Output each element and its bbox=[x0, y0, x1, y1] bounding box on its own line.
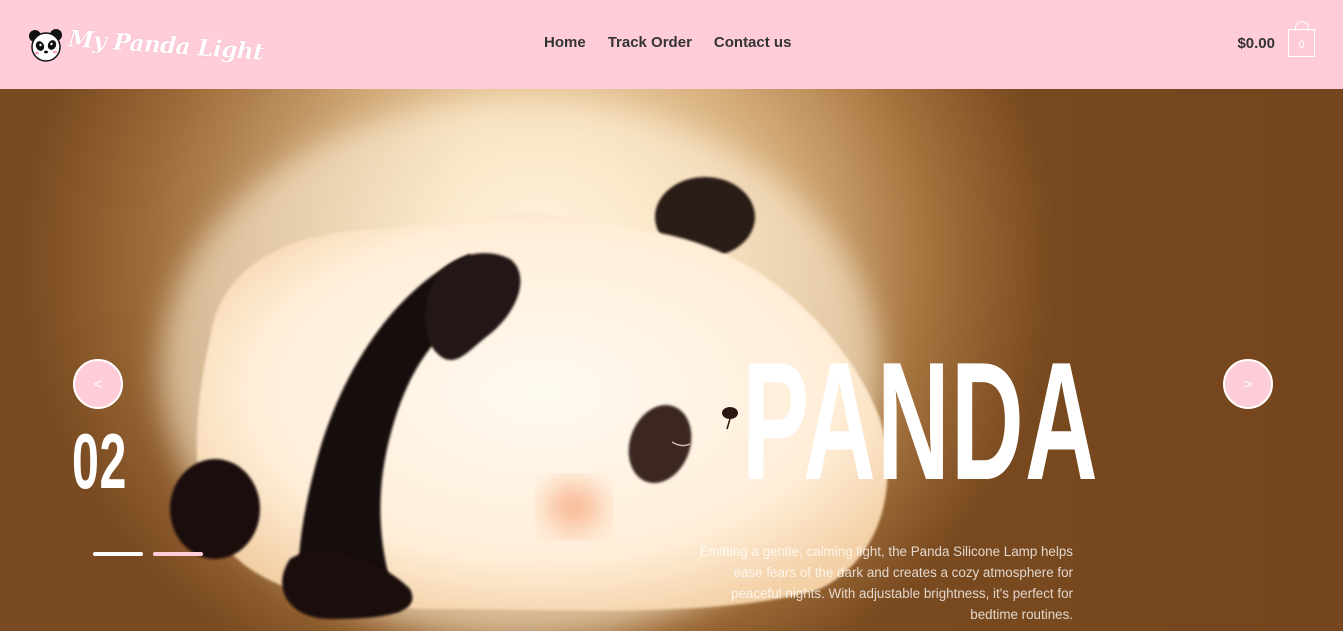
slider-dot-1[interactable] bbox=[93, 552, 143, 556]
hero-headline: PANDA bbox=[742, 327, 1099, 515]
logo-text: My Panda Light bbox=[67, 24, 265, 66]
hero-slider: < > 02 PANDA Emitting a gentle, calming … bbox=[0, 89, 1343, 631]
slider-dot-2[interactable] bbox=[153, 552, 203, 556]
cart-widget[interactable]: $0.00 0 bbox=[1237, 21, 1315, 57]
cart-count-badge: 0 bbox=[1298, 38, 1305, 51]
main-nav: Home Track Order Contact us bbox=[544, 34, 791, 51]
panda-face-icon bbox=[29, 29, 62, 62]
nav-home[interactable]: Home bbox=[544, 34, 586, 51]
site-header: My Panda Light Home Track Order Contact … bbox=[0, 0, 1343, 89]
nav-contact-us[interactable]: Contact us bbox=[714, 34, 792, 51]
site-logo[interactable]: My Panda Light bbox=[28, 24, 265, 66]
cart-total[interactable]: $0.00 bbox=[1237, 35, 1275, 52]
hero-description: Emitting a gentle, calming light, the Pa… bbox=[699, 544, 1073, 622]
slider-prev-button[interactable]: < bbox=[73, 359, 123, 409]
slider-pagination bbox=[93, 552, 203, 556]
shopping-bag-icon[interactable]: 0 bbox=[1287, 21, 1315, 57]
slide-number: 02 bbox=[72, 417, 128, 505]
panda-lamp-image bbox=[160, 99, 888, 631]
nav-track-order[interactable]: Track Order bbox=[608, 34, 692, 51]
slider-next-button[interactable]: > bbox=[1223, 359, 1273, 409]
